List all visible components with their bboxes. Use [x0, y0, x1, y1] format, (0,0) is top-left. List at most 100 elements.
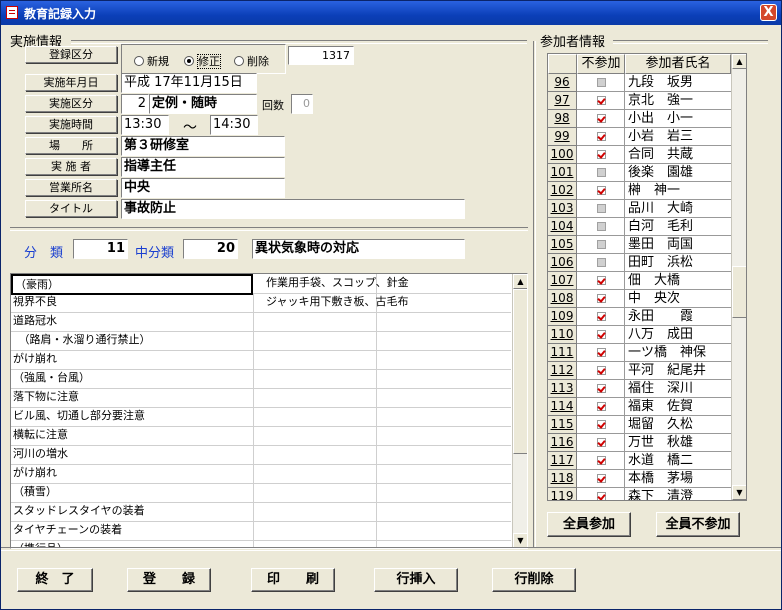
bunrui-field[interactable]: 11 — [73, 239, 128, 259]
absent-cell[interactable] — [577, 398, 625, 416]
participant-number[interactable]: 115 — [548, 416, 577, 434]
checkbox-unchecked-icon[interactable] — [597, 222, 606, 231]
absent-cell[interactable] — [577, 362, 625, 380]
content-cell-equipment[interactable] — [252, 369, 377, 388]
checkbox-checked-icon[interactable] — [597, 456, 606, 465]
absent-cell[interactable] — [577, 92, 625, 110]
absent-cell[interactable] — [577, 128, 625, 146]
participant-row[interactable]: 118 本橋 茅場 — [548, 470, 731, 488]
absent-cell[interactable] — [577, 182, 625, 200]
scroll-down-icon[interactable]: ▼ — [732, 485, 746, 500]
office-field[interactable]: 中央 — [121, 178, 285, 198]
content-cell-equipment[interactable] — [252, 350, 377, 369]
absent-cell[interactable] — [577, 452, 625, 470]
content-cell-equipment[interactable] — [252, 445, 377, 464]
participant-number[interactable]: 110 — [548, 326, 577, 344]
participant-row[interactable]: 96 九段 坂男 — [548, 74, 731, 92]
checkbox-unchecked-icon[interactable] — [597, 240, 606, 249]
content-scrollbar[interactable]: ▲ ▼ — [512, 274, 527, 548]
checkbox-unchecked-icon[interactable] — [597, 78, 606, 87]
checkbox-unchecked-icon[interactable] — [597, 204, 606, 213]
content-cell-item[interactable]: がけ崩れ — [11, 350, 254, 369]
content-cell-equipment[interactable] — [252, 312, 377, 331]
participant-row[interactable]: 110 八万 成田 — [548, 326, 731, 344]
checkbox-checked-icon[interactable] — [597, 330, 606, 339]
participant-row[interactable]: 114 福東 佐賀 — [548, 398, 731, 416]
table-row[interactable]: （路肩・水溜り通行禁止） — [11, 331, 511, 351]
content-cell-item[interactable]: がけ崩れ — [11, 464, 254, 483]
participant-row[interactable]: 112 平河 紀尾井 — [548, 362, 731, 380]
content-cell-item[interactable]: 道路冠水 — [11, 312, 254, 331]
print-button[interactable]: 印 刷 — [251, 568, 335, 592]
participant-row[interactable]: 99 小岩 岩三 — [548, 128, 731, 146]
radio-delete[interactable]: 削除 — [234, 53, 269, 69]
participant-number[interactable]: 102 — [548, 182, 577, 200]
table-row[interactable]: 横転に注意 — [11, 426, 511, 446]
content-cell-item[interactable]: 視界不良 — [11, 293, 254, 312]
participant-number[interactable]: 114 — [548, 398, 577, 416]
content-cell-equipment[interactable] — [252, 388, 377, 407]
participant-row[interactable]: 105 墨田 両国 — [548, 236, 731, 254]
absent-cell[interactable] — [577, 218, 625, 236]
participant-row[interactable]: 97 京北 強一 — [548, 92, 731, 110]
content-cell-item[interactable]: ビル風、切通し部分要注意 — [11, 407, 254, 426]
participant-number[interactable]: 116 — [548, 434, 577, 452]
participant-row[interactable]: 107 佃 大橋 — [548, 272, 731, 290]
content-cell-item[interactable]: （積雪） — [11, 483, 254, 502]
participant-row[interactable]: 104 白河 毛利 — [548, 218, 731, 236]
radio-modify[interactable]: 修正 — [184, 53, 221, 69]
scroll-down-icon[interactable]: ▼ — [513, 533, 527, 548]
scroll-up-icon[interactable]: ▲ — [732, 54, 746, 69]
participant-row[interactable]: 108 中 央次 — [548, 290, 731, 308]
kubun-code-field[interactable]: 2 — [121, 94, 149, 114]
time-from-field[interactable]: 13:30 — [121, 115, 169, 135]
participant-number[interactable]: 100 — [548, 146, 577, 164]
title-field[interactable]: 事故防止 — [121, 199, 465, 219]
checkbox-checked-icon[interactable] — [597, 366, 606, 375]
content-cell-equipment[interactable]: ジャッキ用下敷き板、古毛布 — [252, 293, 408, 312]
all-absent-button[interactable]: 全員不参加 — [656, 512, 740, 537]
absent-cell[interactable] — [577, 290, 625, 308]
all-participate-button[interactable]: 全員参加 — [547, 512, 631, 537]
participant-number[interactable]: 103 — [548, 200, 577, 218]
participant-row[interactable]: 109 永田 霞 — [548, 308, 731, 326]
checkbox-checked-icon[interactable] — [597, 312, 606, 321]
absent-cell[interactable] — [577, 326, 625, 344]
scroll-up-icon[interactable]: ▲ — [513, 274, 527, 289]
participant-row[interactable]: 98 小出 小一 — [548, 110, 731, 128]
checkbox-unchecked-icon[interactable] — [597, 258, 606, 267]
participant-row[interactable]: 102 榊 神一 — [548, 182, 731, 200]
content-cell-item[interactable]: タイヤチェーンの装着 — [11, 521, 254, 540]
radio-new[interactable]: 新規 — [134, 53, 169, 69]
kaisu-field[interactable]: 0 — [291, 94, 313, 114]
record-number-field[interactable]: 1317 — [288, 46, 354, 65]
checkbox-checked-icon[interactable] — [597, 384, 606, 393]
content-cell-item[interactable]: 落下物に注意 — [11, 388, 254, 407]
scroll-thumb[interactable] — [513, 289, 527, 454]
participant-number[interactable]: 108 — [548, 290, 577, 308]
participant-row[interactable]: 117 水道 橋二 — [548, 452, 731, 470]
participant-number[interactable]: 109 — [548, 308, 577, 326]
insert-row-button[interactable]: 行挿入 — [374, 568, 458, 592]
participant-number[interactable]: 113 — [548, 380, 577, 398]
content-cell-item[interactable]: 河川の増水 — [11, 445, 254, 464]
absent-cell[interactable] — [577, 470, 625, 488]
participant-number[interactable]: 119 — [548, 488, 577, 500]
content-cell-item[interactable]: （豪雨） — [11, 274, 253, 295]
participant-number[interactable]: 104 — [548, 218, 577, 236]
checkbox-checked-icon[interactable] — [597, 492, 606, 500]
checkbox-checked-icon[interactable] — [597, 474, 606, 483]
checkbox-checked-icon[interactable] — [597, 150, 606, 159]
table-row[interactable]: 視界不良 ジャッキ用下敷き板、古毛布 — [11, 293, 511, 313]
participants-grid[interactable]: 不参加 参加者氏名 96 九段 坂男 97 京北 強一 98 小出 小一 99 小岩 岩三 10… — [547, 53, 747, 501]
participant-row[interactable]: 111 一ツ橋 神保 — [548, 344, 731, 362]
participant-row[interactable]: 101 後楽 園雄 — [548, 164, 731, 182]
participant-number[interactable]: 99 — [548, 128, 577, 146]
participant-row[interactable]: 116 万世 秋雄 — [548, 434, 731, 452]
participant-row[interactable]: 103 品川 大崎 — [548, 200, 731, 218]
table-row[interactable]: がけ崩れ — [11, 350, 511, 370]
content-cell-item[interactable]: 横転に注意 — [11, 426, 254, 445]
participant-number[interactable]: 106 — [548, 254, 577, 272]
title-bar[interactable]: 教育記録入力 X — [1, 1, 781, 25]
participants-scrollbar[interactable]: ▲ ▼ — [731, 54, 746, 500]
